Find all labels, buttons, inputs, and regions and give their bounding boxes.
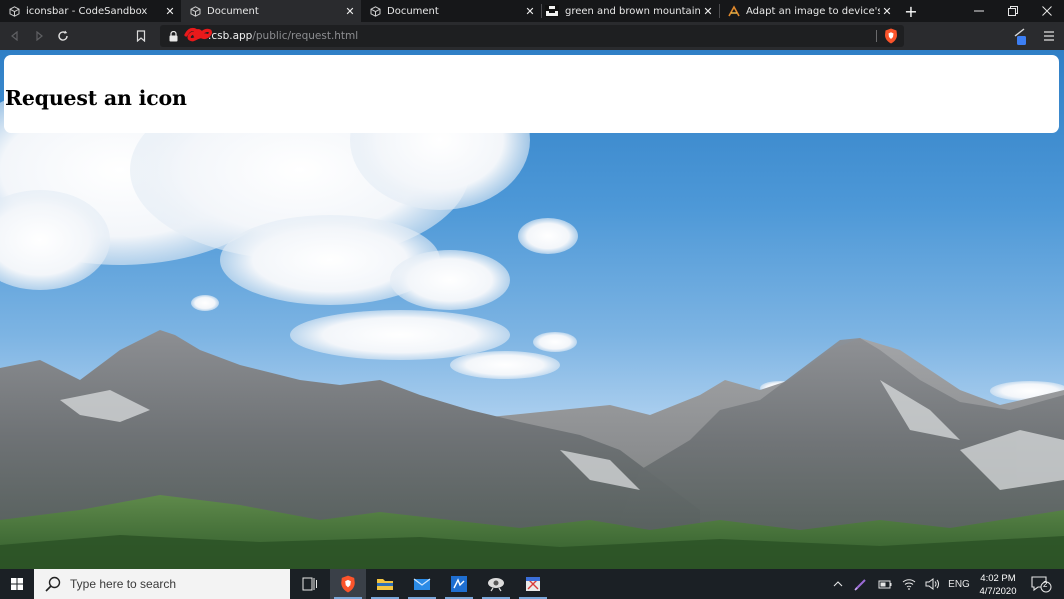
speaker-icon [925, 578, 939, 590]
header-card: Request an icon [4, 55, 1059, 133]
page-viewport: Request an icon [0, 50, 1064, 569]
unsplash-icon [545, 5, 559, 17]
taskbar-snipping-tool[interactable] [515, 569, 551, 599]
codesandbox-icon [369, 5, 381, 17]
address-bar[interactable]: .csb.app/public/request.html [160, 25, 904, 47]
back-button[interactable] [5, 26, 25, 46]
menu-button[interactable] [1040, 26, 1058, 46]
clock-date: 4/7/2020 [979, 586, 1017, 597]
taskbar-brave-browser[interactable] [330, 569, 366, 599]
close-icon [1042, 6, 1052, 16]
taskbar-azure-app[interactable] [441, 569, 477, 599]
task-view-button[interactable] [292, 569, 328, 599]
mdn-icon [728, 5, 740, 17]
windows-taskbar: Type here to search ENG 4:02 PM 4/7/2020… [0, 569, 1064, 599]
chevron-up-icon [833, 581, 843, 587]
url-host: .csb.app [208, 30, 253, 42]
battery-icon [878, 580, 892, 589]
taskbar-mail[interactable] [404, 569, 440, 599]
language-label: ENG [948, 578, 970, 590]
close-tab-icon[interactable]: ✕ [880, 4, 894, 18]
minimize-button[interactable] [962, 0, 996, 22]
tab-title: iconsbar - CodeSandbox [26, 5, 148, 17]
url-text: .csb.app/public/request.html [184, 27, 359, 42]
tab-mdn[interactable]: Adapt an image to device's resolut ✕ [720, 0, 898, 22]
close-tab-icon[interactable]: ✕ [163, 4, 177, 18]
lock-icon [168, 30, 178, 42]
clock-time: 4:02 PM [980, 573, 1016, 584]
mail-icon [413, 578, 431, 590]
pen-tray-button[interactable] [852, 569, 870, 599]
tab-unsplash[interactable]: green and brown mountains unde ✕ [542, 0, 719, 22]
forward-arrow-icon [36, 31, 43, 41]
brave-shields-icon[interactable] [884, 28, 898, 44]
tab-title: green and brown mountains unde [565, 5, 701, 17]
tab-title: Adapt an image to device's resolut [746, 5, 880, 17]
minimize-icon [974, 10, 984, 12]
tab-document[interactable]: Document ✕ [361, 0, 541, 22]
input-language-button[interactable]: ENG [945, 569, 973, 599]
back-arrow-icon [11, 31, 18, 41]
start-button[interactable] [0, 569, 34, 599]
taskbar-network-app[interactable] [478, 569, 514, 599]
tab-strip: iconsbar - CodeSandbox ✕ Document ✕ Docu… [0, 0, 1064, 22]
brave-browser-icon [341, 575, 355, 593]
close-tab-icon[interactable]: ✕ [523, 4, 537, 18]
codesandbox-icon [189, 5, 201, 17]
azure-data-studio-icon [451, 576, 467, 592]
bookmark-icon [136, 30, 146, 42]
codesandbox-icon [8, 5, 20, 17]
task-view-icon [302, 577, 317, 591]
taskbar-search-box[interactable]: Type here to search [34, 569, 290, 599]
tab-title: Document [207, 5, 259, 17]
pen-icon [854, 579, 866, 591]
search-icon [45, 576, 61, 592]
windows-logo-icon [11, 578, 23, 590]
forward-button[interactable] [29, 26, 49, 46]
url-divider [876, 30, 877, 42]
tab-document-active[interactable]: Document ✕ [181, 0, 361, 22]
action-center-button[interactable]: 2 [1026, 569, 1056, 599]
redaction-scribble [184, 27, 212, 42]
extension-icon[interactable] [1012, 27, 1028, 45]
clock[interactable]: 4:02 PM 4/7/2020 [973, 572, 1023, 598]
tab-title: Document [387, 5, 439, 17]
wifi-icon [902, 579, 916, 590]
notification-icon [1031, 576, 1052, 593]
url-path: /public/request.html [252, 30, 359, 42]
wifi-button[interactable] [900, 569, 918, 599]
battery-button[interactable] [876, 569, 894, 599]
show-hidden-icons-button[interactable] [830, 569, 846, 599]
restore-icon [1008, 6, 1018, 16]
search-placeholder: Type here to search [70, 577, 177, 591]
close-tab-icon[interactable]: ✕ [343, 4, 357, 18]
page-title: Request an icon [5, 86, 187, 110]
snipping-tool-icon [526, 577, 540, 591]
new-tab-button[interactable]: + [902, 1, 920, 21]
reload-icon [58, 30, 68, 41]
notification-count: 2 [1043, 580, 1048, 589]
tab-iconsbar[interactable]: iconsbar - CodeSandbox ✕ [0, 0, 181, 22]
restore-button[interactable] [996, 0, 1030, 22]
volume-button[interactable] [923, 569, 943, 599]
browser-toolbar: .csb.app/public/request.html [0, 22, 1064, 50]
bookmark-button[interactable] [131, 26, 151, 46]
folder-icon [377, 579, 393, 590]
network-app-icon [488, 578, 504, 592]
hamburger-menu-icon [1044, 31, 1054, 41]
close-window-button[interactable] [1030, 0, 1064, 22]
taskbar-file-explorer[interactable] [367, 569, 403, 599]
reload-button[interactable] [53, 26, 73, 46]
close-tab-icon[interactable]: ✕ [701, 4, 715, 18]
